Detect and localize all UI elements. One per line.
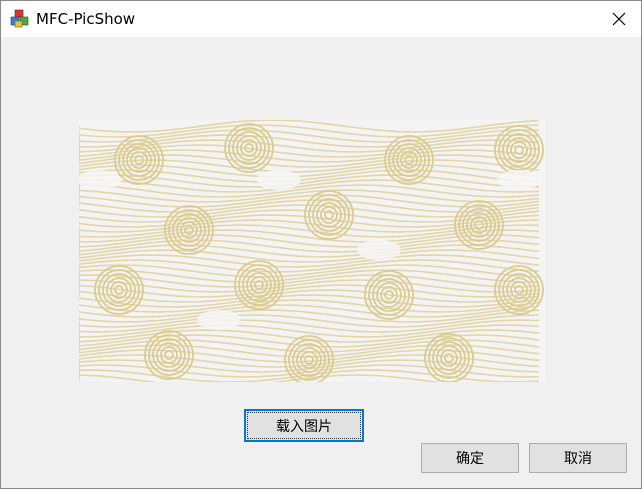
ok-button[interactable]: 确定	[421, 443, 519, 473]
load-image-label: 载入图片	[276, 418, 332, 435]
dialog-window: MFC-PicShow 载入图片 确定 取消	[0, 0, 642, 489]
ok-label: 确定	[456, 451, 484, 467]
title-bar[interactable]: MFC-PicShow	[1, 1, 641, 37]
picture-display	[79, 120, 546, 382]
window-title: MFC-PicShow	[36, 10, 136, 28]
close-button[interactable]	[597, 1, 641, 37]
close-icon	[612, 12, 626, 26]
cancel-label: 取消	[564, 451, 592, 467]
wave-pattern-image	[79, 120, 544, 382]
mfc-app-icon	[10, 9, 29, 28]
load-image-button[interactable]: 载入图片	[244, 409, 364, 442]
cancel-button[interactable]: 取消	[529, 443, 627, 473]
